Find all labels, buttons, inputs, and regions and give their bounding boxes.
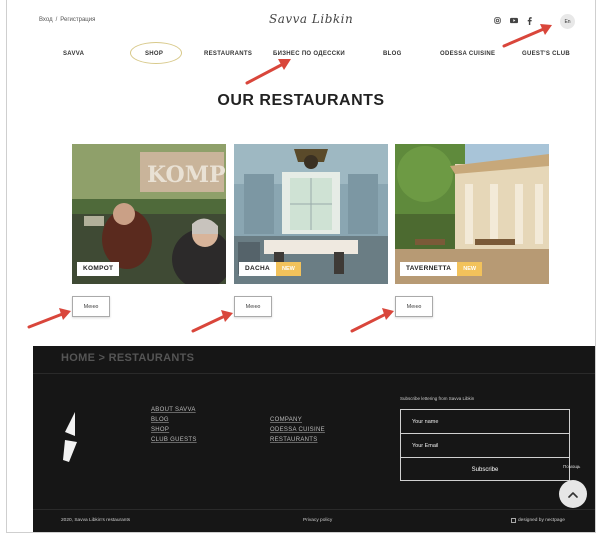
copyright-text: 2020, Savva Libkin's restaurants [61,518,131,523]
email-input[interactable]: Your Email [401,434,569,458]
page-frame: Вход / Регистрация Savva Libkin En SAVVA… [6,0,596,533]
nav-item-odessa-cuisine[interactable]: ODESSA CUISINE [440,51,495,57]
menu-button-kompot[interactable]: Меню [72,296,110,317]
footer-link-about-savva[interactable]: ABOUT SAVVA [151,407,197,413]
footer-links-col2: COMPANY ODESSA CUISINE RESTAURANTS [270,417,325,443]
arrow-icon [27,308,71,329]
restaurant-card-kompot[interactable]: KOMP KOMPOT [72,144,226,284]
social-links [494,17,532,27]
footer-link-restaurants[interactable]: RESTAURANTS [270,437,325,443]
name-input[interactable]: Your name [401,410,569,434]
nav-item-blog[interactable]: BLOG [383,51,402,57]
main-nav: SAVVA SHOP RESTAURANTS БИЗНЕС ПО ОДЕССКИ… [7,42,595,64]
footer-link-blog[interactable]: BLOG [151,417,197,423]
card-label: TAVERNETTA NEW [400,262,483,276]
arrow-icon [350,308,394,333]
footer-bottom-bar: 2020, Savva Libkin's restaurants Privacy… [33,509,595,532]
facebook-icon[interactable] [527,17,532,27]
nav-item-shop[interactable]: SHOP [145,51,163,57]
breadcrumb: HOME > RESTAURANTS [61,352,195,364]
designer-credit-text: designed by nectpage [518,518,565,523]
new-badge: NEW [457,262,483,276]
auth-separator: / [55,17,58,23]
login-link[interactable]: Вход [39,17,53,23]
card-label: KOMPOT [77,262,120,276]
footer-link-shop[interactable]: SHOP [151,427,197,433]
nav-item-business[interactable]: БИЗНЕС ПО ОДЕССКИ [273,51,345,57]
site-footer: HOME > RESTAURANTS ABOUT SAVVA BLOG SHOP… [33,346,595,532]
restaurant-card-tavernetta[interactable]: TAVERNETTA NEW [395,144,549,284]
subscribe-form: Your name Your Email Subscribe [400,409,570,481]
restaurant-name: DACHA [239,262,276,276]
footer-links-col1: ABOUT SAVVA BLOG SHOP CLUB GUESTS [151,407,197,443]
site-logo[interactable]: Savva Libkin [269,12,353,26]
new-badge: NEW [275,262,301,276]
restaurant-card-dacha[interactable]: DACHA NEW [234,144,388,284]
designer-logo-icon [511,518,516,523]
restaurant-name: TAVERNETTA [400,262,458,276]
card-label: DACHA NEW [239,262,301,276]
restaurant-name: KOMPOT [77,262,120,276]
nav-item-savva[interactable]: SAVVA [63,51,84,57]
scroll-to-top-button[interactable] [559,480,587,508]
divider [33,373,595,374]
svg-text:KOMP: KOMP [147,162,226,188]
page-heading: OUR RESTAURANTS [217,92,385,109]
chevron-up-icon [568,491,578,498]
footer-link-odessa-cuisine[interactable]: ODESSA CUISINE [270,427,325,433]
designer-credit[interactable]: designed by nectpage [511,518,565,523]
footer-logo-icon[interactable] [61,412,83,462]
nav-item-restaurants[interactable]: RESTAURANTS [204,51,252,57]
language-switcher[interactable]: En [560,14,575,29]
nav-item-guests-club[interactable]: GUEST'S CLUB [522,51,570,57]
arrow-icon [191,310,233,333]
subscribe-button[interactable]: Subscribe [401,458,569,482]
auth-links: Вход / Регистрация [39,17,95,23]
menu-button-tavernetta[interactable]: Меню [395,296,433,317]
help-link[interactable]: Помощь [563,464,580,469]
subscribe-title: Subscribe lettering from Savva Libkin [400,396,475,401]
privacy-policy-link[interactable]: Privacy policy [303,518,332,523]
youtube-icon[interactable] [510,17,518,27]
footer-link-club-guests[interactable]: CLUB GUESTS [151,437,197,443]
instagram-icon[interactable] [494,17,501,27]
menu-button-dacha[interactable]: Меню [234,296,272,317]
top-bar: Вход / Регистрация Savva Libkin En [7,0,595,40]
footer-link-company[interactable]: COMPANY [270,417,325,423]
register-link[interactable]: Регистрация [60,17,95,23]
